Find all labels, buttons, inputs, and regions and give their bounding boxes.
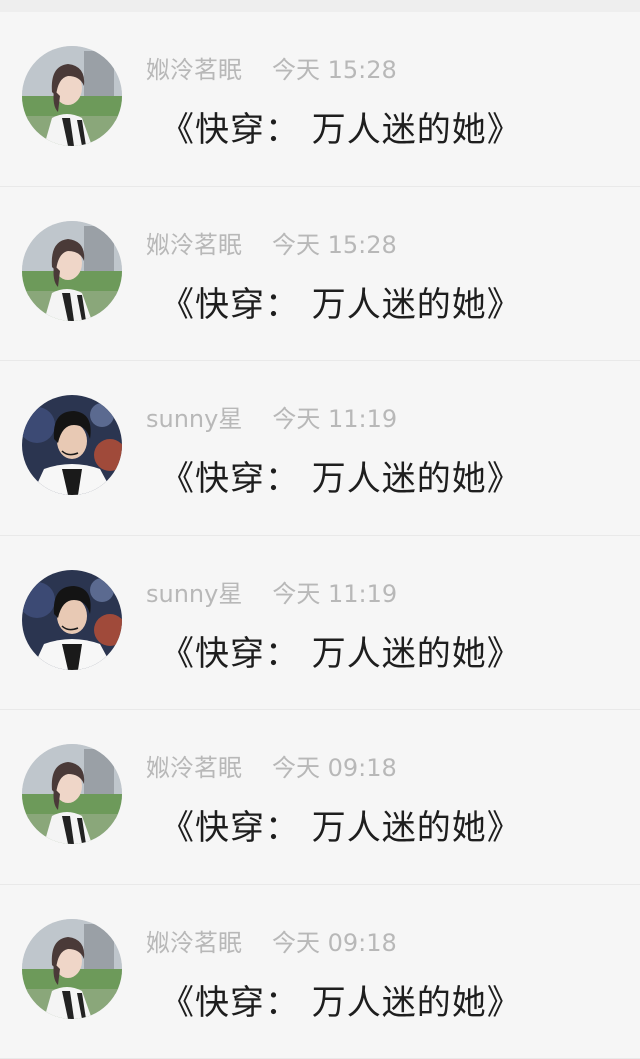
message-text: 《快穿： 万人迷的她》 bbox=[160, 277, 522, 326]
message-text: 《快穿： 万人迷的她》 bbox=[160, 102, 522, 151]
message-meta: 娰泠茗眠 今天 09:18 bbox=[146, 923, 397, 958]
girl-avatar-icon[interactable] bbox=[22, 221, 122, 321]
message-row[interactable]: 娰泠茗眠 今天 09:18 《快穿： 万人迷的她》 bbox=[0, 710, 640, 885]
message-text: 《快穿： 万人迷的她》 bbox=[160, 626, 522, 675]
girl-avatar-icon[interactable] bbox=[22, 46, 122, 146]
boy-avatar-icon[interactable] bbox=[22, 395, 122, 495]
message-list: 娰泠茗眠今天 15:28 《快穿： 万人迷的她》 娰泠茗眠今天 15:28 《快… bbox=[0, 12, 640, 1058]
message-row[interactable]: sunny星 今天 11:19 《快穿： 万人迷的她》 bbox=[0, 536, 640, 711]
message-text: 《快穿： 万人迷的她》 bbox=[160, 451, 522, 500]
sender-name[interactable]: 娰泠茗眠 bbox=[146, 929, 242, 957]
timestamp: 今天 09:18 bbox=[272, 929, 397, 957]
message-text: 《快穿： 万人迷的她》 bbox=[160, 975, 522, 1024]
message-meta: sunny星 今天 11:19 bbox=[146, 399, 397, 434]
timestamp: 今天 11:19 bbox=[272, 580, 397, 608]
girl-avatar-icon[interactable] bbox=[22, 744, 122, 844]
message-meta: 娰泠茗眠 今天 15:28 bbox=[146, 225, 397, 260]
sender-name[interactable]: 娰泠茗眠 bbox=[146, 754, 242, 782]
girl-avatar-icon[interactable] bbox=[22, 919, 122, 1019]
message-meta: sunny星 今天 11:19 bbox=[146, 574, 397, 609]
message-row[interactable]: sunny星 今天 11:19 《快穿： 万人迷的她》 bbox=[0, 361, 640, 536]
message-meta: 娰泠茗眠 今天 15:28 bbox=[146, 50, 397, 85]
boy-avatar-icon[interactable] bbox=[22, 570, 122, 670]
message-meta: 娰泠茗眠 今天 09:18 bbox=[146, 748, 397, 783]
timestamp: 今天 15:28 bbox=[272, 56, 397, 84]
sender-name[interactable]: 娰泠茗眠 bbox=[146, 56, 242, 84]
message-row[interactable]: 娰泠茗眠 今天 15:28 《快穿： 万人迷的她》 bbox=[0, 12, 640, 187]
timestamp: 今天 15:28 bbox=[272, 231, 397, 259]
sender-name[interactable]: sunny星 bbox=[146, 580, 242, 608]
message-row[interactable]: 娰泠茗眠 今天 09:18 《快穿： 万人迷的她》 bbox=[0, 885, 640, 1059]
timestamp: 今天 11:19 bbox=[272, 405, 397, 433]
message-row[interactable]: 娰泠茗眠 今天 15:28 《快穿： 万人迷的她》 bbox=[0, 187, 640, 362]
message-text: 《快穿： 万人迷的她》 bbox=[160, 800, 522, 849]
sender-name[interactable]: sunny星 bbox=[146, 405, 242, 433]
sender-name[interactable]: 娰泠茗眠 bbox=[146, 231, 242, 259]
timestamp: 今天 09:18 bbox=[272, 754, 397, 782]
